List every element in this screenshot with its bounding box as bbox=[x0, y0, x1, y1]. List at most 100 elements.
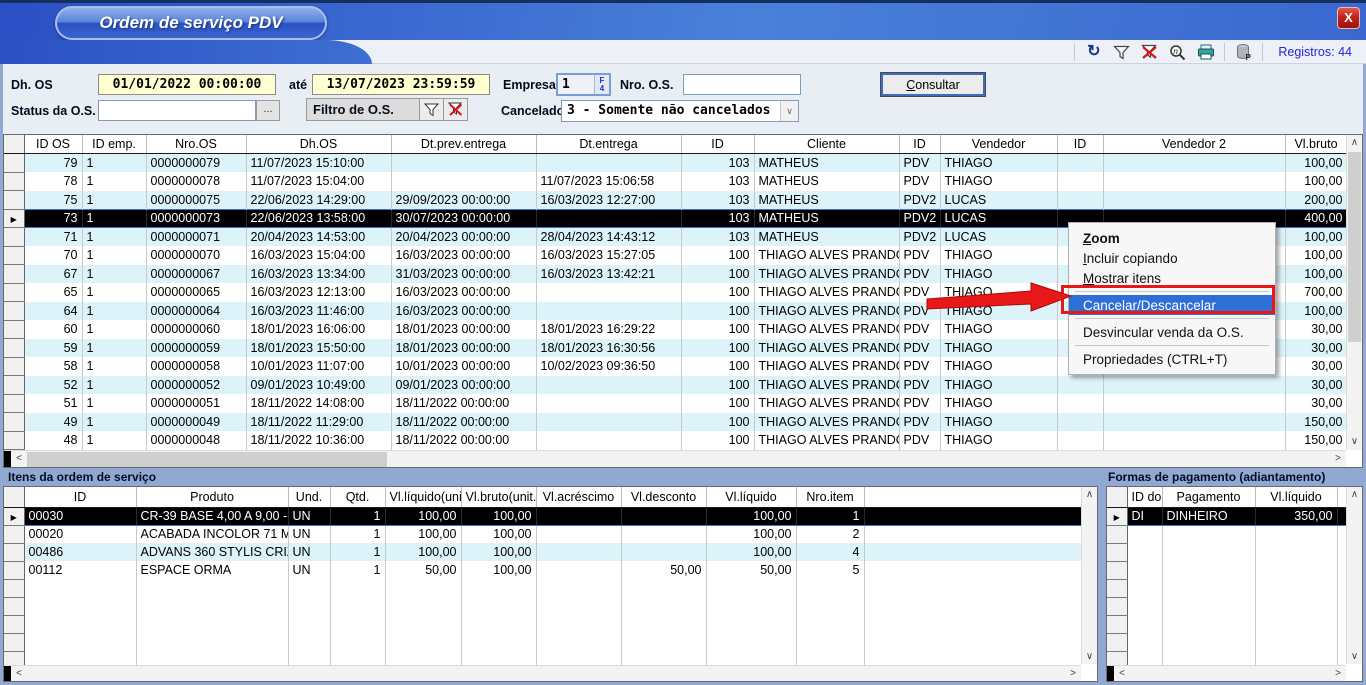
grid-cell[interactable]: 18/01/2023 15:50:00 bbox=[246, 339, 391, 358]
grid-cell[interactable] bbox=[1103, 431, 1285, 450]
grid-cell[interactable]: THIAGO bbox=[940, 246, 1057, 265]
column-header[interactable]: Vl.líquido bbox=[706, 487, 796, 507]
grid-cell[interactable]: 18/01/2023 00:00:00 bbox=[391, 339, 536, 358]
filtro-os-clear-filter-icon[interactable] bbox=[443, 99, 467, 120]
column-header[interactable]: Vl.líquido(unit.) bbox=[385, 487, 461, 507]
grid-cell[interactable]: 18/11/2022 14:08:00 bbox=[246, 394, 391, 413]
grid-cell[interactable]: 100 bbox=[681, 413, 754, 432]
vertical-scrollbar[interactable]: ∧ ∨ bbox=[1081, 487, 1097, 665]
status-os-input[interactable] bbox=[98, 100, 256, 121]
scroll-left-icon[interactable]: < bbox=[11, 666, 27, 682]
grid-cell[interactable]: LUCAS bbox=[940, 228, 1057, 247]
grid-cell[interactable]: MATHEUS bbox=[754, 172, 899, 191]
grid-cell[interactable]: 49 bbox=[24, 413, 82, 432]
grid-cell[interactable]: 100 bbox=[681, 246, 754, 265]
grid-cell[interactable]: 100,00 bbox=[1285, 228, 1347, 247]
grid-cell[interactable] bbox=[536, 525, 621, 543]
grid-cell[interactable]: 48 bbox=[24, 431, 82, 450]
scroll-right-icon[interactable]: > bbox=[1330, 451, 1346, 467]
column-header[interactable]: Qtd. bbox=[330, 487, 385, 507]
database-icon[interactable]: P bbox=[1234, 43, 1253, 61]
grid-cell[interactable]: 100,00 bbox=[706, 543, 796, 561]
grid-cell[interactable]: ADVANS 360 STYLIS CRIZA bbox=[136, 543, 288, 561]
vertical-scrollbar[interactable]: ∧ ∨ bbox=[1346, 487, 1362, 665]
grid-cell[interactable]: UN bbox=[288, 525, 330, 543]
grid-cell[interactable]: PDV bbox=[899, 246, 940, 265]
menu-item-desvincular-venda-da-o-s[interactable]: Desvincular venda da O.S. bbox=[1069, 322, 1275, 342]
column-header[interactable]: Produto bbox=[136, 487, 288, 507]
dh-os-from-input[interactable] bbox=[98, 74, 276, 95]
grid-cell[interactable]: 100,00 bbox=[1285, 154, 1347, 173]
grid-cell[interactable] bbox=[536, 376, 681, 395]
grid-cell[interactable]: PDV2 bbox=[899, 209, 940, 228]
grid-row[interactable]: 481000000004818/11/2022 10:36:0018/11/20… bbox=[4, 431, 1347, 450]
grid-cell[interactable] bbox=[536, 302, 681, 321]
grid-cell[interactable]: 11/07/2023 15:10:00 bbox=[246, 154, 391, 173]
grid-cell[interactable]: 22/06/2023 13:58:00 bbox=[246, 209, 391, 228]
grid-cell[interactable]: 100,00 bbox=[385, 507, 461, 525]
grid-cell[interactable] bbox=[1057, 154, 1103, 173]
column-header[interactable]: Nro.OS bbox=[146, 135, 246, 154]
grid-cell[interactable]: PDV2 bbox=[899, 191, 940, 210]
grid-cell[interactable]: 100,00 bbox=[1285, 302, 1347, 321]
grid-cell[interactable]: 1 bbox=[82, 357, 146, 376]
grid-cell[interactable]: 18/01/2023 16:30:56 bbox=[536, 339, 681, 358]
grid-cell[interactable] bbox=[391, 172, 536, 191]
column-header[interactable]: ID emp. bbox=[82, 135, 146, 154]
grid-cell[interactable]: 1 bbox=[82, 191, 146, 210]
grid-cell[interactable]: DINHEIRO bbox=[1162, 507, 1255, 525]
column-header[interactable]: Dt.entrega bbox=[536, 135, 681, 154]
grid-cell[interactable]: 30,00 bbox=[1285, 320, 1347, 339]
grid-cell[interactable]: 0000000078 bbox=[146, 172, 246, 191]
grid-cell[interactable]: PDV bbox=[899, 431, 940, 450]
grid-cell[interactable]: 100 bbox=[681, 265, 754, 284]
grid-cell[interactable]: 100 bbox=[681, 339, 754, 358]
scroll-right-icon[interactable]: > bbox=[1330, 666, 1346, 682]
grid-cell[interactable]: 16/03/2023 11:46:00 bbox=[246, 302, 391, 321]
grid-cell[interactable]: THIAGO bbox=[940, 154, 1057, 173]
grid-cell[interactable]: 1 bbox=[82, 265, 146, 284]
grid-cell[interactable]: 78 bbox=[24, 172, 82, 191]
grid-cell[interactable] bbox=[1057, 394, 1103, 413]
cancelados-select[interactable]: 3 - Somente não cancelados ∨ bbox=[561, 100, 799, 122]
grid-cell[interactable]: 0000000059 bbox=[146, 339, 246, 358]
grid-cell[interactable]: PDV bbox=[899, 376, 940, 395]
grid-cell[interactable]: 400,00 bbox=[1285, 209, 1347, 228]
grid-cell[interactable] bbox=[1057, 376, 1103, 395]
grid-cell[interactable]: UN bbox=[288, 543, 330, 561]
grid-cell[interactable]: 0000000070 bbox=[146, 246, 246, 265]
grid-cell[interactable]: THIAGO ALVES PRANDO bbox=[754, 265, 899, 284]
grid-cell[interactable] bbox=[1103, 394, 1285, 413]
grid-cell[interactable]: 100 bbox=[681, 394, 754, 413]
grid-cell[interactable]: 100 bbox=[681, 320, 754, 339]
horizontal-scrollbar[interactable]: < > bbox=[1107, 665, 1346, 681]
grid-row[interactable]: ▶00030CR-39 BASE 4,00 A 9,00 - 6UN1100,0… bbox=[4, 507, 1085, 525]
grid-cell[interactable]: 16/03/2023 00:00:00 bbox=[391, 302, 536, 321]
grid-cell[interactable]: 30/07/2023 00:00:00 bbox=[391, 209, 536, 228]
grid-cell[interactable]: 1 bbox=[82, 246, 146, 265]
column-header[interactable]: Vl.desconto bbox=[621, 487, 706, 507]
grid-cell[interactable]: 50,00 bbox=[385, 561, 461, 579]
scroll-up-icon[interactable]: ∧ bbox=[1347, 487, 1362, 503]
grid-cell[interactable]: 100,00 bbox=[385, 525, 461, 543]
column-header[interactable]: ID bbox=[1057, 135, 1103, 154]
grid-cell[interactable] bbox=[536, 209, 681, 228]
grid-cell[interactable]: 100 bbox=[681, 357, 754, 376]
grid-cell[interactable]: 103 bbox=[681, 228, 754, 247]
grid-cell[interactable] bbox=[1057, 431, 1103, 450]
grid-cell[interactable]: 10/02/2023 09:36:50 bbox=[536, 357, 681, 376]
grid-cell[interactable]: 1 bbox=[82, 209, 146, 228]
scroll-up-icon[interactable]: ∧ bbox=[1082, 487, 1097, 503]
grid-cell[interactable]: MATHEUS bbox=[754, 154, 899, 173]
menu-item-incluir-copiando[interactable]: Incluir copiando bbox=[1069, 248, 1275, 268]
grid-cell[interactable] bbox=[621, 507, 706, 525]
grid-cell[interactable]: 64 bbox=[24, 302, 82, 321]
grid-row[interactable]: 511000000005118/11/2022 14:08:0018/11/20… bbox=[4, 394, 1347, 413]
grid-cell[interactable] bbox=[536, 413, 681, 432]
grid-cell[interactable]: 1 bbox=[330, 543, 385, 561]
grid-cell[interactable]: CR-39 BASE 4,00 A 9,00 - 6 bbox=[136, 507, 288, 525]
grid-cell[interactable]: 100,00 bbox=[461, 561, 536, 579]
grid-cell[interactable]: 1 bbox=[796, 507, 864, 525]
grid-cell[interactable] bbox=[536, 507, 621, 525]
grid-row[interactable]: 00112ESPACE ORMAUN150,00100,0050,0050,00… bbox=[4, 561, 1085, 579]
